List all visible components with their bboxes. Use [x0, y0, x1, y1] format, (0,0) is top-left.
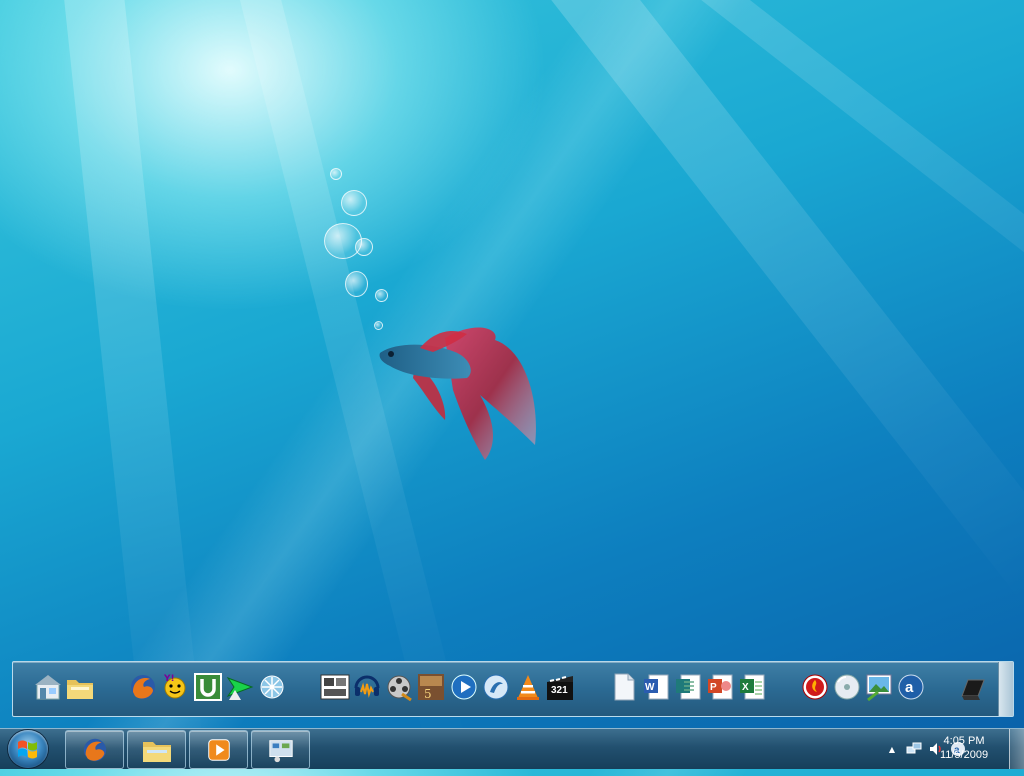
publisher-icon[interactable]	[673, 672, 703, 702]
svg-text:X: X	[742, 682, 749, 693]
dock-settings-icon[interactable]	[958, 672, 988, 702]
clock-date: 11/5/2009	[939, 749, 989, 761]
video-editor-icon[interactable]: 5	[416, 672, 446, 702]
show-desktop-button[interactable]	[1009, 729, 1024, 769]
show-hidden-icons-button[interactable]: ▲	[884, 741, 900, 757]
excel-icon[interactable]: X	[737, 672, 767, 702]
taskbar: ▲ a 4:05 PM 11/5/2009	[0, 728, 1024, 769]
taskbar-control-panel-button[interactable]	[251, 730, 310, 769]
nero-icon[interactable]	[800, 672, 830, 702]
media-player-classic-icon[interactable]: 321	[545, 672, 575, 702]
media-player-icon[interactable]	[449, 672, 479, 702]
svg-text:a: a	[905, 679, 914, 696]
svg-text:P: P	[710, 682, 717, 693]
betta-fish-image	[379, 327, 536, 460]
light-ray	[650, 0, 1024, 465]
home-icon[interactable]	[33, 672, 63, 702]
svg-text:Y!: Y!	[163, 674, 175, 684]
bubble	[345, 271, 368, 297]
clock-time: 4:05 PM	[943, 735, 985, 747]
dock-scrollbar[interactable]	[998, 662, 1013, 716]
explorer-taskbar-icon	[142, 741, 171, 762]
clock[interactable]: 4:05 PM 11/5/2009	[929, 734, 999, 762]
desktop[interactable]: Y! 5 321 W P X a	[0, 0, 1024, 776]
bubble	[341, 190, 367, 216]
download-manager-icon[interactable]	[225, 672, 255, 702]
media-reel-icon[interactable]	[384, 672, 414, 702]
audio-editor-icon[interactable]	[352, 672, 382, 702]
document-icon[interactable]	[609, 672, 639, 702]
media-player-taskbar-icon	[207, 738, 230, 761]
bubble	[375, 289, 388, 302]
mpc-label: 321	[551, 685, 568, 696]
taskbar-firefox-button[interactable]	[65, 730, 124, 769]
light-ray	[520, 0, 1024, 607]
windows-movie-maker-icon[interactable]	[320, 672, 350, 702]
yahoo-messenger-icon[interactable]: Y!	[160, 672, 190, 702]
picture-viewer-icon[interactable]	[864, 672, 894, 702]
dock-bar: Y! 5 321 W P X a	[12, 661, 1014, 717]
network-icon[interactable]	[906, 741, 922, 757]
bubble	[330, 168, 342, 180]
taskbar-media-player-button[interactable]	[189, 730, 248, 769]
start-button[interactable]	[8, 730, 48, 768]
amazon-icon[interactable]: a	[896, 672, 926, 702]
svg-text:W: W	[645, 682, 655, 693]
taskbar-explorer-button[interactable]	[127, 730, 186, 769]
network-tool-icon[interactable]	[257, 672, 287, 702]
bubble	[355, 238, 373, 256]
firefox-icon[interactable]	[128, 672, 158, 702]
word-icon[interactable]: W	[641, 672, 671, 702]
light-ray	[60, 0, 206, 776]
powerpoint-icon[interactable]: P	[705, 672, 735, 702]
cd-burner-icon[interactable]	[832, 672, 862, 702]
utorrent-icon[interactable]	[193, 672, 223, 702]
svg-text:5: 5	[424, 687, 432, 701]
control-panel-taskbar-icon	[268, 739, 293, 762]
vlc-icon[interactable]	[513, 672, 543, 702]
firefox-taskbar-icon	[83, 738, 106, 761]
folder-icon[interactable]	[65, 672, 95, 702]
realplayer-icon[interactable]	[481, 672, 511, 702]
windows-start-icon	[18, 740, 37, 759]
